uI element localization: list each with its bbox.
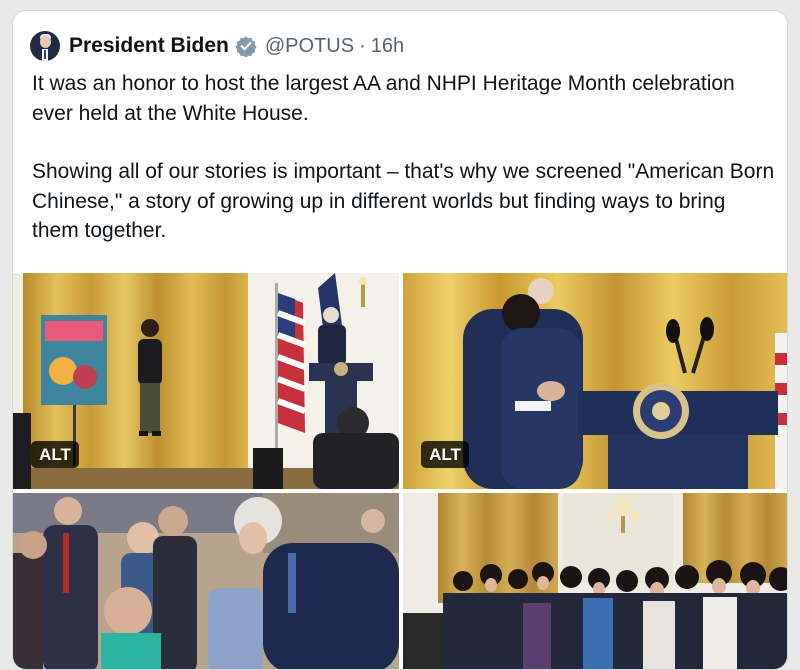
photo-hug-podium[interactable]: ALT: [403, 273, 787, 489]
verified-badge-icon: [235, 36, 257, 57]
avatar[interactable]: [30, 31, 60, 61]
tweet-header: President Biden @POTUS · 16h: [30, 29, 404, 63]
tweet-timestamp[interactable]: 16h: [371, 35, 404, 58]
photo-audience[interactable]: [403, 493, 787, 669]
alt-text-button[interactable]: ALT: [421, 441, 469, 468]
photo-event-stage[interactable]: ALT: [13, 273, 399, 489]
author-name[interactable]: President Biden: [69, 34, 229, 58]
media-grid: ALT ALT: [13, 273, 787, 669]
tweet-text: It was an honor to host the largest AA a…: [32, 69, 777, 246]
author-handle[interactable]: @POTUS: [265, 35, 354, 58]
tweet-paragraph-2: Showing all of our stories is important …: [32, 160, 775, 242]
tweet-paragraph-1: It was an honor to host the largest AA a…: [32, 72, 735, 125]
alt-text-button[interactable]: ALT: [31, 441, 79, 468]
separator-dot: ·: [359, 34, 366, 57]
photo-crowd-greeting[interactable]: [13, 493, 399, 669]
tweet-card[interactable]: President Biden @POTUS · 16h It was an h…: [12, 10, 788, 670]
